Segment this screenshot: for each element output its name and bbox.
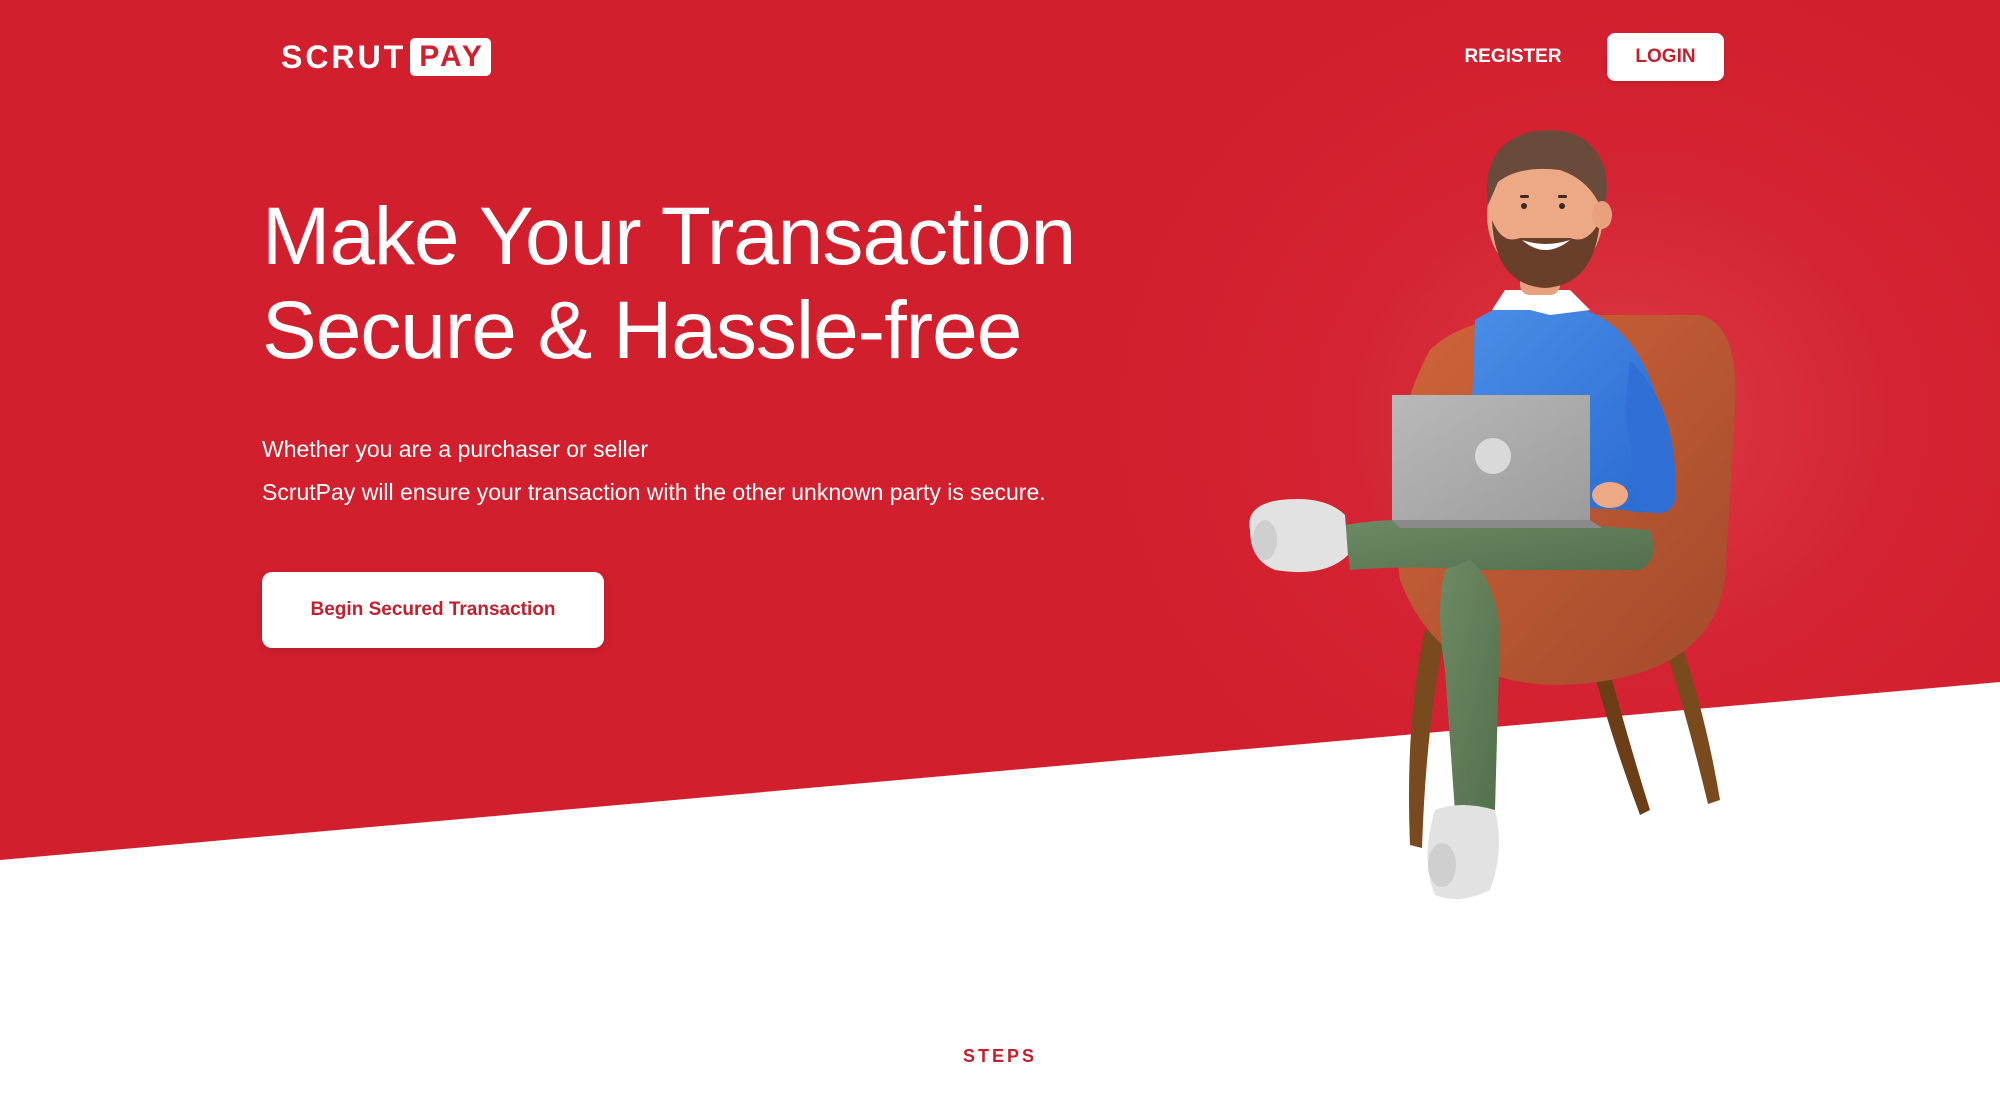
hero-subtitle-line-2: ScrutPay will ensure your transaction wi… [262,479,1046,505]
steps-section-label: STEPS [962,1046,1038,1066]
landing-page: SCRUT PAY REGISTER LOGIN Make Your Trans… [0,0,2000,1094]
logo-text-pay: PAY [410,38,491,76]
register-link[interactable]: REGISTER [1440,42,1586,72]
hero-subtitle-line-1: Whether you are a purchaser or seller [262,436,649,462]
login-button[interactable]: LOGIN [1607,33,1724,81]
hero-title-line-2: Secure & Hassle-free [262,285,1022,376]
hero-title-line-1: Make Your Transaction [262,191,1076,282]
begin-secured-transaction-button[interactable]: Begin Secured Transaction [262,572,604,648]
hero-title: Make Your Transaction Secure & Hassle-fr… [262,190,1162,378]
man-sitting-with-laptop-illustration [1249,130,1736,899]
scrutpay-logo[interactable]: SCRUT PAY [281,38,491,76]
logo-text-scrut: SCRUT [281,39,407,75]
hero-subtitle: Whether you are a purchaser or seller Sc… [262,428,1162,514]
